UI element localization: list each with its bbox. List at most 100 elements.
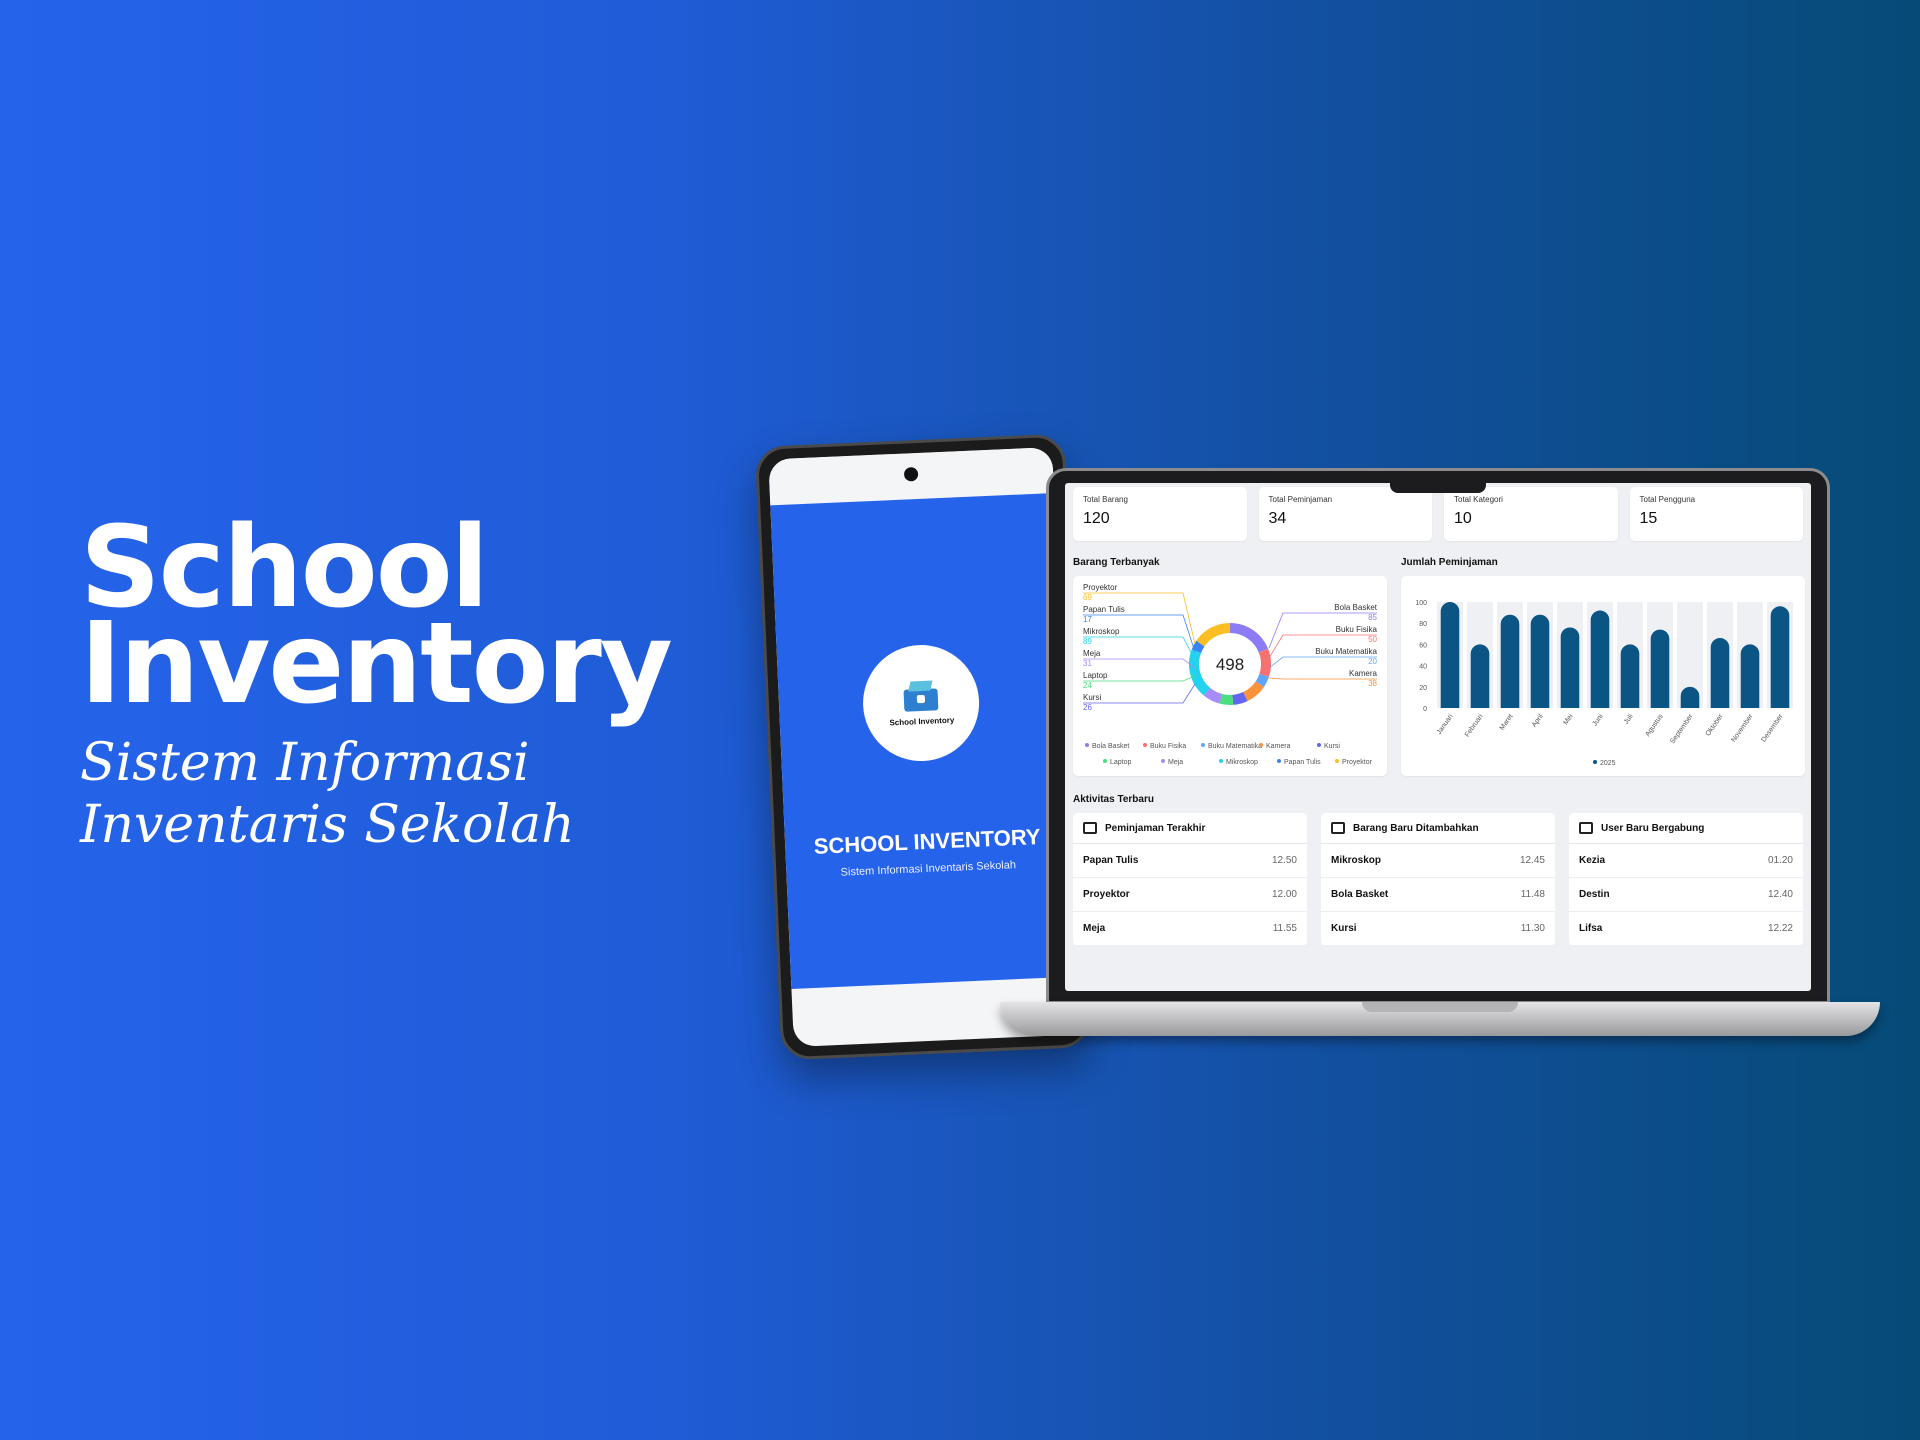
legend-dot [1259,743,1263,747]
logo-text: School Inventory [889,715,955,727]
donut-slice-mikroskop[interactable] [1189,649,1211,696]
bar-maret[interactable] [1500,614,1520,708]
bar-desember[interactable] [1770,606,1790,708]
phone-mockup: School Inventory SCHOOL INVENTORY Sistem… [754,433,1092,1061]
donut-value: 85 [1368,613,1377,622]
item-name: Lifsa [1579,923,1603,934]
list-item[interactable]: Papan Tulis 12.50 [1073,844,1307,878]
legend-dot [1143,743,1147,747]
laptop-mockup: Total Barang 120 Total Peminjaman 34 Tot… [1000,468,1880,1036]
bar-januari[interactable] [1440,602,1460,708]
donut-value: 31 [1083,659,1092,668]
donut-leader-line [1083,658,1196,669]
box-icon [903,680,939,712]
donut-value: 38 [1368,679,1377,688]
legend-label[interactable]: Proyektor [1342,759,1373,766]
bar-card: 0 20 40 60 80 100 Januari Februari Maret April Mei… [1401,576,1805,776]
donut-value: 20 [1368,657,1377,666]
legend-label[interactable]: Buku Fisika [1150,743,1186,750]
x-tick-label: Januari [1436,713,1455,736]
donut-value: 17 [1083,615,1092,624]
item-name: Proyektor [1083,889,1130,900]
list-item[interactable]: Destin 12.40 [1569,878,1803,912]
activity-card-header: User Baru Bergabung [1569,813,1803,844]
activity-cards: Peminjaman Terakhir Papan Tulis 12.50 Pro… [1073,813,1803,946]
bar-februari[interactable] [1470,644,1490,708]
donut-slice-kursi[interactable] [1232,691,1248,705]
box-icon [1579,822,1593,834]
bar-juli[interactable] [1620,644,1640,708]
legend-label[interactable]: Buku Matematika [1208,743,1262,750]
box-icon [1083,822,1097,834]
donut-card: 498 Proyektor 69 Papan Tulis 17 Mikroskop 89 Me… [1073,576,1387,776]
donut-slice-laptop[interactable] [1219,693,1234,705]
item-time: 12.45 [1519,855,1545,866]
x-tick-label: September [1669,713,1695,746]
list-item[interactable]: Mikroskop 12.45 [1321,844,1555,878]
bar-september[interactable] [1680,686,1700,708]
legend-label[interactable]: Bola Basket [1092,743,1129,750]
donut-slice-buku-matematika[interactable] [1255,673,1269,688]
x-tick-label: Maret [1499,713,1515,732]
donut-panel: Barang Terbanyak 498 Proyektor 69 Papan Tul… [1073,557,1387,776]
list-item[interactable]: Meja 11.55 [1073,912,1307,946]
x-tick-label: Juli [1623,713,1635,726]
bar-mei[interactable] [1560,627,1580,708]
legend-label[interactable]: Mikroskop [1226,759,1258,766]
item-name: Meja [1083,923,1106,934]
stat-label: Total Kategori [1454,495,1503,504]
list-item[interactable]: Lifsa 12.22 [1569,912,1803,946]
item-time: 01.20 [1767,855,1793,866]
stat-value: 10 [1454,510,1472,527]
bar-agustus[interactable] [1650,629,1670,708]
item-name: Mikroskop [1331,855,1382,866]
y-tick-label: 40 [1419,664,1427,671]
stat-card-total-peminjaman[interactable]: Total Peminjaman 34 [1258,487,1432,541]
donut-value: 24 [1083,681,1092,690]
donut-slice-meja[interactable] [1203,687,1223,704]
item-time: 11.55 [1272,923,1297,934]
bar-title: Jumlah Peminjaman [1401,557,1498,568]
dashboard-screen: Total Barang 120 Total Peminjaman 34 Tot… [1065,483,1811,991]
stat-card-total-kategori[interactable]: Total Kategori 10 [1444,487,1618,541]
donut-value: 26 [1083,703,1092,712]
legend-dot [1161,759,1165,763]
item-time: 11.30 [1520,923,1545,934]
legend-dot [1317,743,1321,747]
list-item[interactable]: Bola Basket 11.48 [1321,878,1555,912]
activity-card-barang-baru: Barang Baru Ditambahkan Mikroskop 12.45 B… [1321,813,1555,946]
phone-screen: School Inventory SCHOOL INVENTORY Sistem… [768,447,1078,1047]
bar-november[interactable] [1740,644,1760,708]
list-item[interactable]: Kezia 01.20 [1569,844,1803,878]
legend-label[interactable]: Kamera [1266,743,1291,750]
x-tick-label: April [1531,713,1545,729]
legend-label[interactable]: Papan Tulis [1284,759,1321,766]
donut-label: Buku Fisika [1336,625,1378,634]
bar-juni[interactable] [1590,610,1610,708]
donut-label: Proyektor [1083,583,1118,592]
list-item[interactable]: Proyektor 12.00 [1073,878,1307,912]
legend-label[interactable]: Laptop [1110,759,1132,766]
donut-slice-bola-basket[interactable] [1229,623,1269,653]
legend-label[interactable]: Meja [1168,759,1183,766]
bar-oktober[interactable] [1710,638,1730,708]
list-item[interactable]: Kursi 11.30 [1321,912,1555,946]
legend-dot [1219,759,1223,763]
hero-subtitle: Sistem Informasi Inventaris Sekolah [80,733,575,855]
item-time: 12.40 [1767,889,1793,900]
item-time: 11.48 [1520,889,1545,900]
donut-leader-line [1268,677,1377,680]
legend-label[interactable]: Kursi [1324,743,1340,750]
stat-card-total-pengguna[interactable]: Total Pengguna 15 [1629,487,1803,541]
y-tick-label: 20 [1419,685,1427,692]
donut-slice-buku-fisika[interactable] [1258,648,1271,677]
stat-card-total-barang[interactable]: Total Barang 120 [1073,487,1247,541]
bar-april[interactable] [1530,614,1550,708]
donut-slice-kamera[interactable] [1242,681,1264,702]
stat-value: 120 [1083,510,1110,527]
donut-slice-papan-tulis[interactable] [1191,640,1205,653]
legend-label[interactable]: 2025 [1600,760,1616,767]
stat-label: Total Pengguna [1639,495,1696,504]
donut-slice-proyektor[interactable] [1196,623,1231,647]
legend-dot [1085,743,1089,747]
